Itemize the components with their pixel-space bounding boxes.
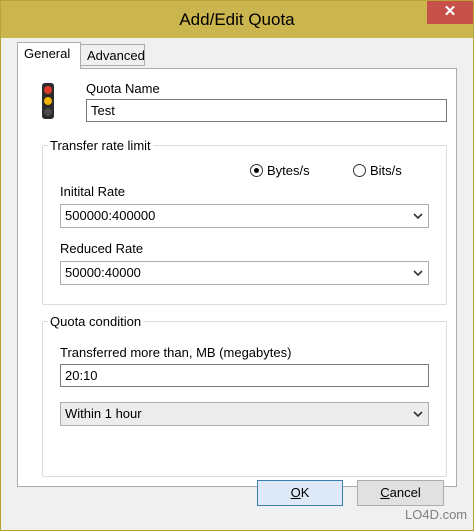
initial-rate-label: Initital Rate [60,184,126,199]
initial-rate-value: 500000:400000 [65,208,156,223]
add-edit-quota-dialog: Add/Edit Quota ✕ General Advanced Quota … [0,0,474,531]
chevron-down-icon[interactable] [412,407,424,421]
lo4d-watermark: LO4D.com [405,507,468,522]
chevron-down-icon[interactable] [412,266,424,280]
period-value: Within 1 hour [65,406,142,421]
general-tab-panel: Quota Name Test Transfer rate limit Byte… [17,68,457,487]
period-combobox[interactable]: Within 1 hour [60,402,429,426]
title-bar[interactable]: Add/Edit Quota ✕ [1,1,473,38]
quota-name-input[interactable]: Test [86,99,447,122]
radio-selected-dot [254,168,259,173]
ok-button[interactable]: OK [257,480,343,506]
cancel-mnemonic: C [380,485,390,500]
bytes-per-second-label[interactable]: Bytes/s [267,163,310,178]
transferred-more-than-input[interactable]: 20:10 [60,364,429,387]
bits-per-second-label[interactable]: Bits/s [370,163,402,178]
traffic-light-icon [42,83,54,119]
bits-per-second-radio[interactable] [353,164,366,177]
tab-general[interactable]: General [17,42,81,69]
chevron-down-icon[interactable] [412,209,424,223]
reduced-rate-label: Reduced Rate [60,241,144,256]
tab-general-label: General [24,46,71,61]
ok-label-rest: K [300,485,310,500]
reduced-rate-value: 50000:40000 [65,265,141,280]
cancel-button[interactable]: Cancel [357,480,444,506]
reduced-rate-combobox[interactable]: 50000:40000 [60,261,429,285]
quota-name-label: Quota Name [86,81,160,96]
cancel-label-rest: ancel [389,485,421,500]
dialog-client-area: General Advanced Quota Name Test Transfe… [9,38,465,524]
close-button[interactable]: ✕ [427,1,473,24]
tab-advanced-label: Advanced [87,48,145,63]
transferred-more-than-label: Transferred more than, MB (megabytes) [60,345,292,360]
tab-advanced[interactable]: Advanced [80,44,145,66]
close-icon: ✕ [443,3,457,20]
bytes-per-second-radio[interactable] [250,164,263,177]
quota-name-value: Test [91,103,115,118]
quota-condition-group-title: Quota condition [48,314,144,329]
window-title: Add/Edit Quota [179,10,295,29]
initial-rate-combobox[interactable]: 500000:400000 [60,204,429,228]
transferred-more-than-value: 20:10 [65,368,98,383]
ok-mnemonic: O [290,485,301,500]
transfer-rate-group-title: Transfer rate limit [48,138,153,153]
